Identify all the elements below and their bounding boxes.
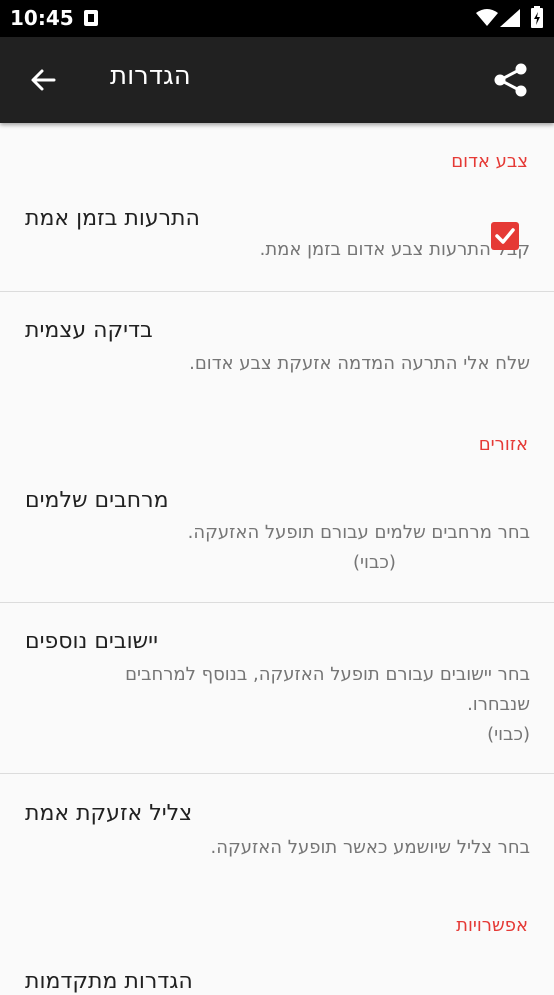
pref-title: בדיקה עצמית bbox=[25, 318, 153, 343]
pref-title: הגדרות מתקדמות bbox=[25, 969, 193, 994]
realtime-checkbox[interactable] bbox=[491, 222, 519, 250]
pref-whole-areas[interactable]: מרחבים שלמים בחר מרחבים שלמים עבורם תופע… bbox=[0, 470, 554, 601]
check-icon bbox=[495, 228, 515, 244]
pref-title: צליל אזעקת אמת bbox=[25, 801, 193, 826]
app-bar: הגדרות bbox=[0, 37, 554, 123]
pref-self-test[interactable]: בדיקה עצמית שלח אלי התרעה המדמה אזעקת צב… bbox=[0, 292, 554, 402]
pref-title: התרעות בזמן אמת bbox=[25, 206, 200, 231]
share-icon[interactable] bbox=[492, 61, 530, 99]
status-bar: 10:45 bbox=[0, 0, 554, 37]
battery-icon bbox=[531, 6, 543, 28]
pref-alarm-sound[interactable]: צליל אזעקת אמת בחר צליל שיושמע כאשר תופע… bbox=[0, 774, 554, 884]
pref-status: (כבוי) bbox=[353, 552, 396, 573]
pref-title: יישובים נוספים bbox=[25, 629, 158, 654]
pref-summary: בחר יישובים עבורם תופעל האזעקה, בנוסף למ… bbox=[125, 664, 530, 685]
pref-status: (כבוי) bbox=[487, 724, 530, 745]
section-header-zones: אזורים bbox=[478, 434, 528, 455]
pref-summary: בחר צליל שיושמע כאשר תופעל האזעקה. bbox=[210, 837, 530, 858]
pref-advanced-settings[interactable]: הגדרות מתקדמות bbox=[0, 955, 554, 995]
status-time: 10:45 bbox=[10, 6, 74, 30]
section-header-options: אפשרויות bbox=[456, 915, 528, 936]
wifi-icon bbox=[476, 9, 498, 26]
section-header-red-color: צבע אדום bbox=[451, 151, 528, 172]
signal-icon bbox=[500, 9, 520, 27]
pref-realtime-alerts[interactable]: התרעות בזמן אמת קבל התרעות צבע אדום בזמן… bbox=[0, 190, 554, 291]
pref-summary: בחר מרחבים שלמים עבורם תופעל האזעקה. bbox=[187, 522, 530, 543]
page-title: הגדרות bbox=[110, 61, 191, 91]
pref-title: מרחבים שלמים bbox=[25, 488, 169, 513]
pref-additional-cities[interactable]: יישובים נוספים בחר יישובים עבורם תופעל ה… bbox=[0, 603, 554, 773]
pref-summary: קבל התרעות צבע אדום בזמן אמת. bbox=[259, 239, 530, 260]
notification-icon bbox=[84, 10, 98, 26]
back-arrow-icon[interactable] bbox=[28, 65, 58, 95]
pref-summary: שלח אלי התרעה המדמה אזעקת צבע אדום. bbox=[189, 353, 530, 374]
pref-summary-cont: שנבחרו. bbox=[467, 694, 530, 715]
